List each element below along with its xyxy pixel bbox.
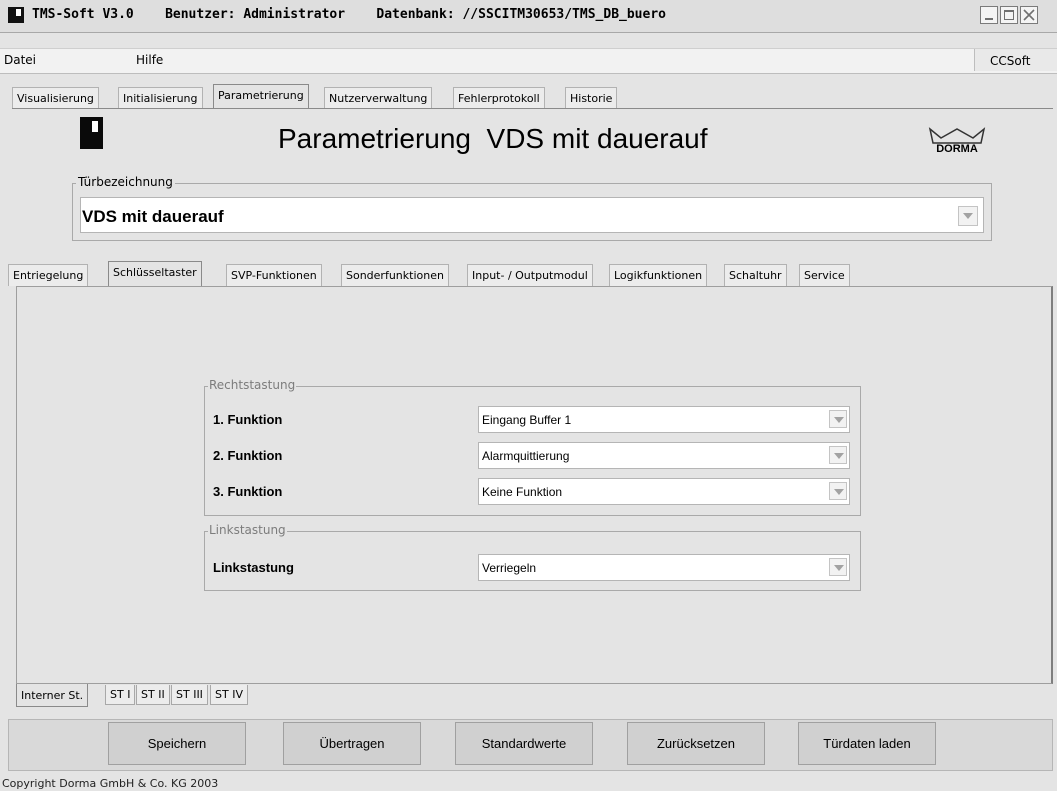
page-title: Parametrierung VDS mit dauerauf [278,123,708,154]
brand-name: DORMA [936,143,978,155]
linkstastung-dropdown[interactable] [829,558,847,576]
tab-service[interactable]: Service [799,264,850,286]
tab-st-3[interactable]: ST III [171,685,208,705]
tab-historie[interactable]: Historie [565,87,618,109]
tab-entriegelung[interactable]: Entriegelung [8,264,89,286]
tab-schluesseltaster[interactable]: Schlüsseltaster [108,261,202,286]
linkstastung-select[interactable]: Verriegeln [478,554,850,581]
door-dropdown-button[interactable] [958,206,978,226]
station-tabstrip: Interner St. ST I ST II ST III ST IV [16,684,286,709]
tab-fehlerprotokoll[interactable]: Fehlerprotokoll [453,87,545,109]
tab-st-2[interactable]: ST II [136,685,170,705]
maximize-icon [1004,10,1014,20]
door-value: VDS mit dauerauf [82,207,224,226]
linkstastung-value: Verriegeln [482,561,537,575]
funktion-3-select[interactable]: Keine Funktion [478,478,850,505]
menu-hilfe[interactable]: Hilfe [136,53,163,67]
title-user: Benutzer: Administrator [165,7,346,22]
app-icon [8,7,24,23]
close-button[interactable] [1020,6,1038,24]
funktion-3-label: 3. Funktion [213,484,283,499]
menu-datei[interactable]: Datei [4,53,36,67]
funktion-2-select[interactable]: Alarmquittierung [478,442,850,469]
tab-st-1[interactable]: ST I [105,685,136,705]
reset-button[interactable]: Zurücksetzen [627,722,765,765]
main-tabstrip: Visualisierung Initialisierung Parametri… [12,84,642,109]
funktion-2-label: 2. Funktion [213,448,283,463]
funktion-2-value: Alarmquittierung [482,449,570,463]
sub-tabstrip: Entriegelung Schlüsseltaster SVP-Funktio… [8,261,868,286]
copyright-text: Copyright Dorma GmbH & Co. KG 2003 [2,777,219,790]
funktion-1-value: Eingang Buffer 1 [482,413,572,427]
title-app: TMS-Soft V3.0 [32,7,134,22]
funktion-3-value: Keine Funktion [482,485,563,499]
title-db: Datenbank: //SSCITM30653/TMS_DB_buero [376,7,666,22]
tab-logikfunktionen[interactable]: Logikfunktionen [609,264,708,286]
tab-divider [12,108,1053,109]
door-legend: Türbezeichnung [76,175,175,189]
minimize-icon [985,18,993,20]
tab-nutzerverwaltung[interactable]: Nutzerverwaltung [324,87,433,109]
defaults-button[interactable]: Standardwerte [455,722,593,765]
ccsoft-label: CCSoft [974,49,1057,71]
tab-input-output[interactable]: Input- / Outputmodul [467,264,593,286]
minimize-button[interactable] [980,6,998,24]
save-button[interactable]: Speichern [108,722,246,765]
maximize-button[interactable] [1000,6,1018,24]
tab-st-4[interactable]: ST IV [210,685,248,705]
linkstastung-label: Linkstastung [213,560,294,575]
tab-parametrierung[interactable]: Parametrierung [213,84,309,109]
funktion-3-dropdown[interactable] [829,482,847,500]
tab-schaltuhr[interactable]: Schaltuhr [724,264,787,286]
funktion-1-select[interactable]: Eingang Buffer 1 [478,406,850,433]
transfer-button[interactable]: Übertragen [283,722,421,765]
funktion-2-dropdown[interactable] [829,446,847,464]
tab-interner-st[interactable]: Interner St. [16,684,89,707]
tab-initialisierung[interactable]: Initialisierung [118,87,203,109]
window-title: TMS-Soft V3.0 Benutzer: Administrator Da… [32,7,666,22]
tab-visualisierung[interactable]: Visualisierung [12,87,99,109]
funktion-1-label: 1. Funktion [213,412,283,427]
rechtstastung-legend: Rechtstastung [208,378,297,392]
linkstastung-legend: Linkstastung [208,523,287,537]
ccsoft-text: CCSoft [990,54,1031,68]
tab-svp-funktionen[interactable]: SVP-Funktionen [226,264,322,286]
close-icon [1023,9,1035,21]
funktion-1-dropdown[interactable] [829,410,847,428]
load-door-data-button[interactable]: Türdaten laden [798,722,936,765]
tab-sonderfunktionen[interactable]: Sonderfunktionen [341,264,449,286]
product-logo [80,117,103,149]
